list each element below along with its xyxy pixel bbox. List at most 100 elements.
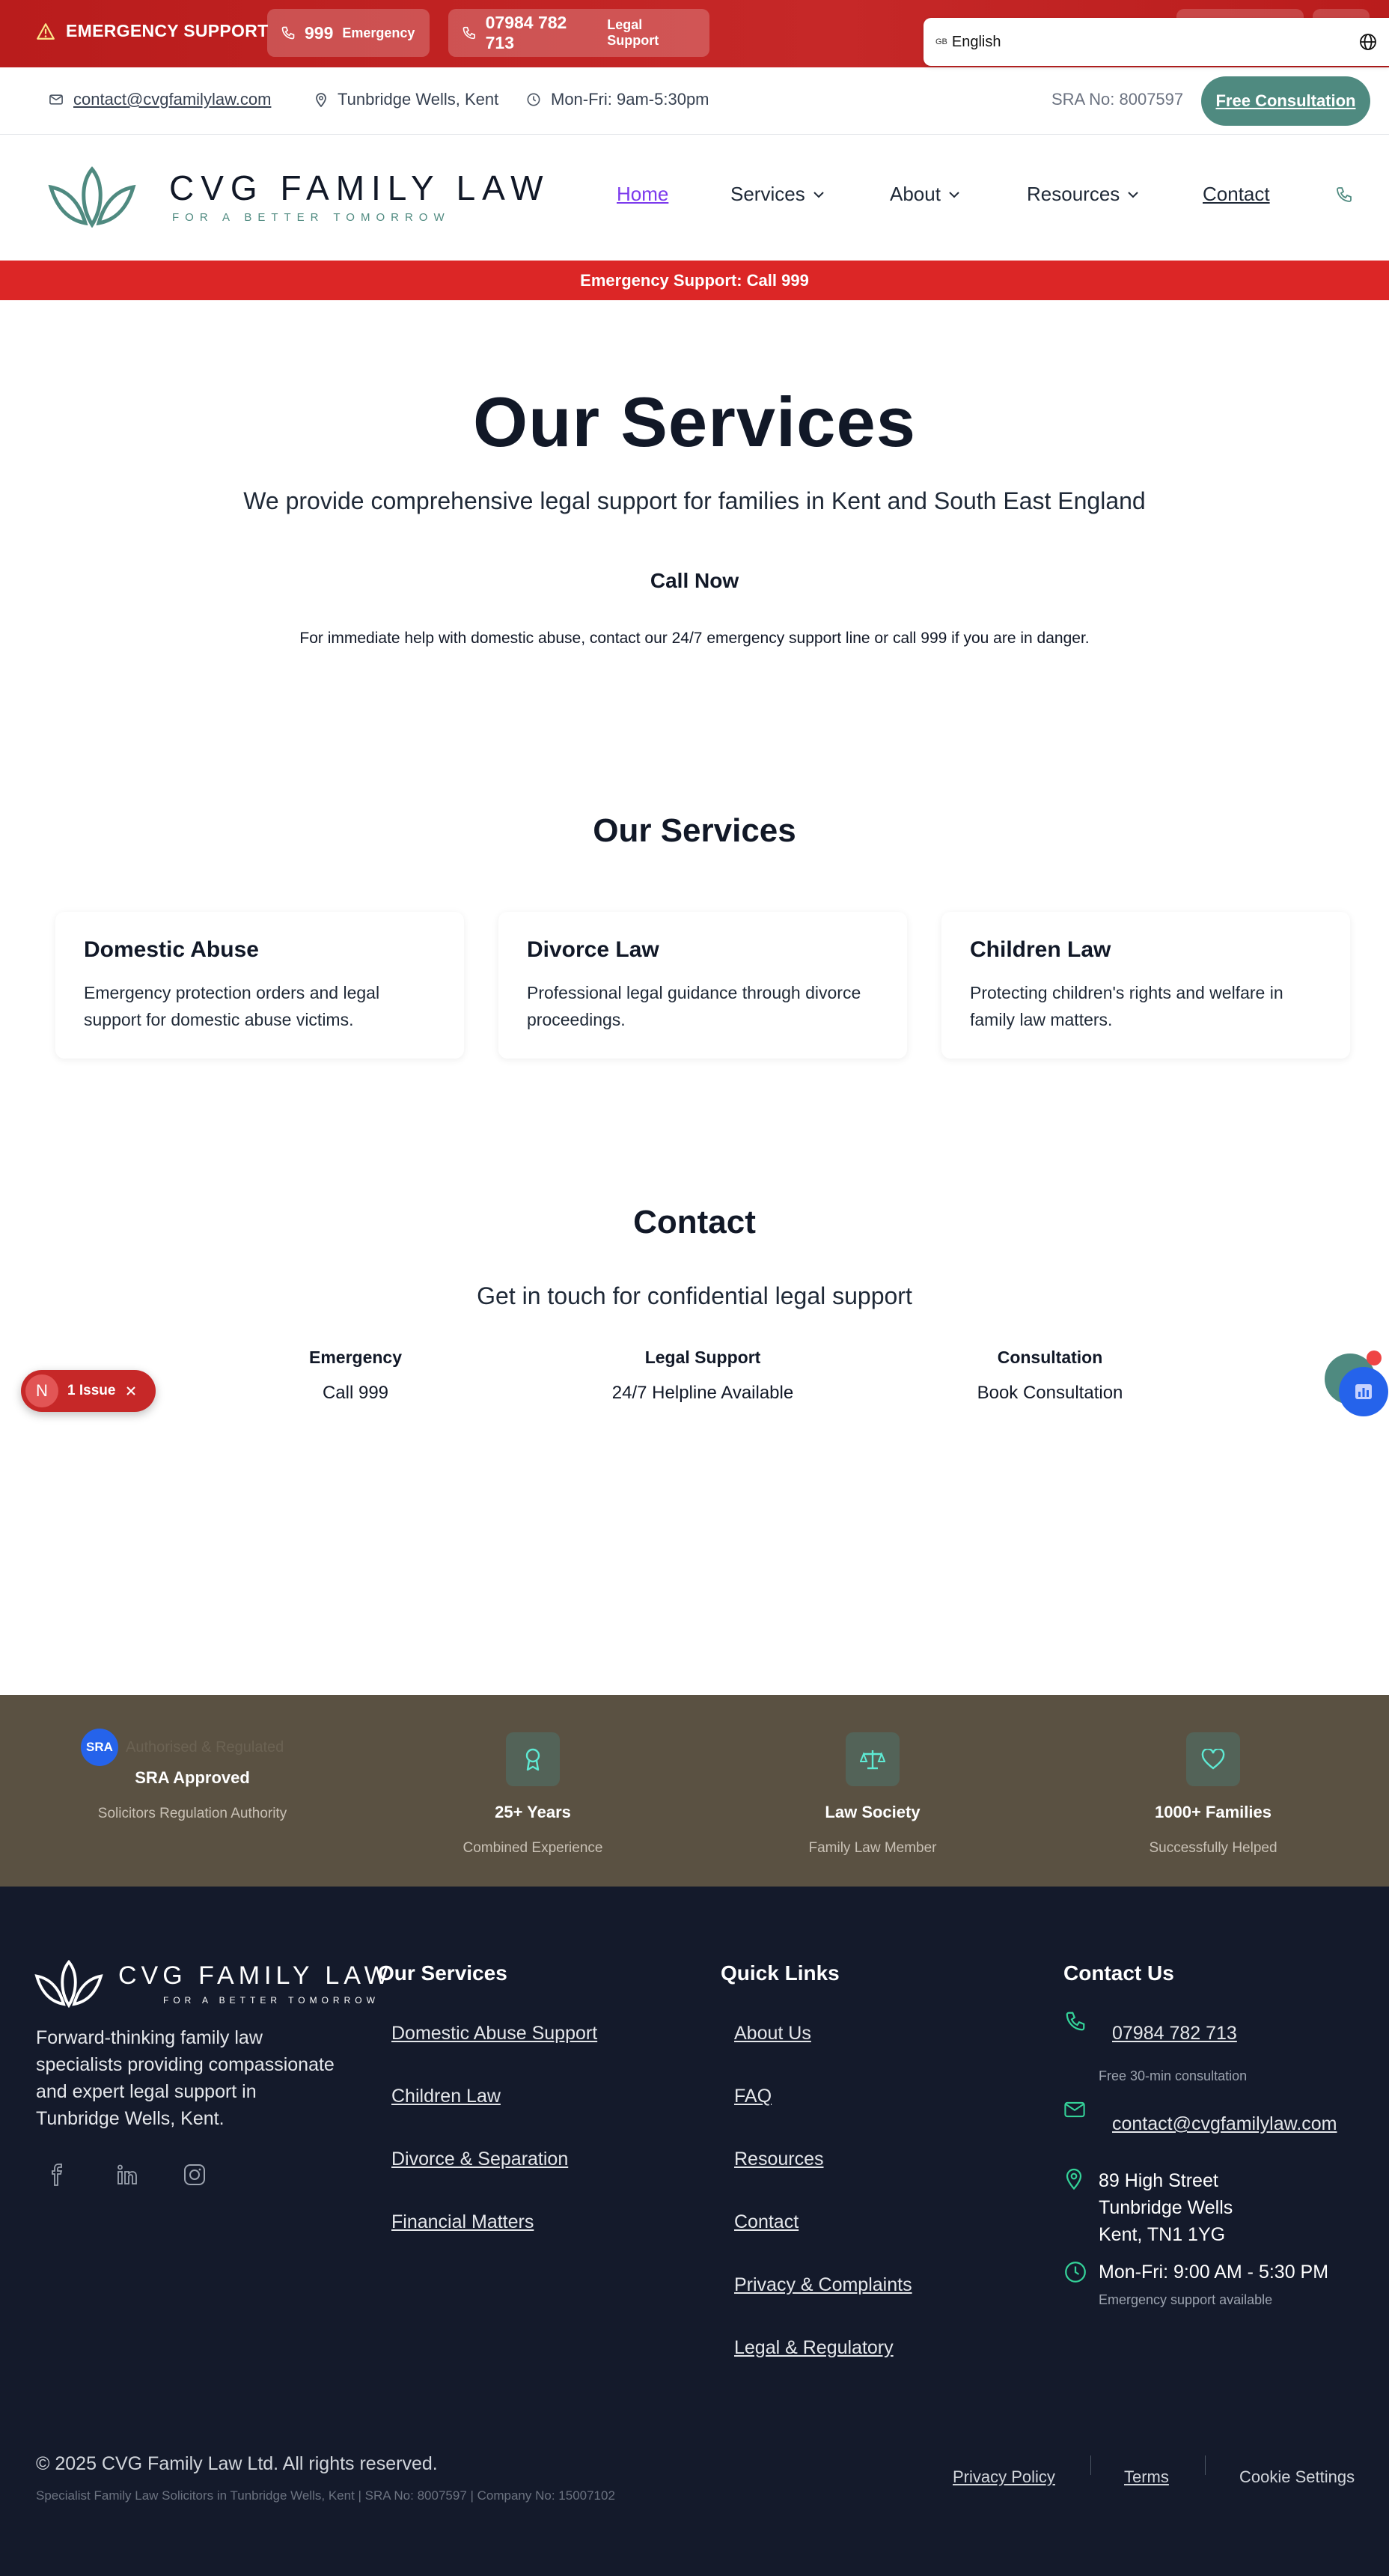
footer-link-divorce[interactable]: Divorce & Separation xyxy=(391,2149,568,2170)
brand-name: CVG FAMILY LAW xyxy=(169,168,550,207)
nav-about[interactable]: About xyxy=(890,183,960,206)
footer-link-contact[interactable]: Contact xyxy=(734,2211,799,2233)
linkedin-icon[interactable] xyxy=(116,2164,138,2186)
footer-about: Forward-thinking family law specialists … xyxy=(36,2027,335,2129)
logo[interactable]: CVG FAMILY LAW FOR A BETTER TOMORROW xyxy=(48,165,550,228)
info-hours: Mon-Fri: 9am-5:30pm xyxy=(527,90,709,109)
footer-links-heading: Quick Links xyxy=(721,1961,840,1985)
map-pin-icon xyxy=(1065,2167,1083,2190)
footer-email-link[interactable]: contact@cvgfamilylaw.com xyxy=(1112,2113,1337,2135)
emergency-alert-banner: Emergency Support: Call 999 xyxy=(0,261,1389,300)
emergency-note: For immediate help with domestic abuse, … xyxy=(299,630,1090,647)
trust-item-families: 1000+ Families Successfully Helped xyxy=(1101,1732,1325,1857)
contact-heading: Contact xyxy=(633,1204,756,1240)
footer: CVG FAMILY LAW FOR A BETTER TOMORROW For… xyxy=(0,1887,1389,2576)
info-location: Tunbridge Wells, Kent xyxy=(315,90,498,109)
footer-logo[interactable]: CVG FAMILY LAW FOR A BETTER TOMORROW xyxy=(34,1958,393,2008)
service-card-children-law[interactable]: Children Law Protecting children's right… xyxy=(941,912,1350,1059)
trust-item-law-society: Law Society Family Law Member xyxy=(760,1732,985,1857)
phone-icon xyxy=(1064,2010,1087,2033)
analytics-widget-button[interactable] xyxy=(1339,1367,1388,1416)
nav-home[interactable]: Home xyxy=(617,183,668,206)
dev-tools-logo-icon: N xyxy=(25,1374,58,1407)
chevron-down-icon xyxy=(949,191,959,198)
footer-address: 89 High Street Tunbridge Wells Kent, TN1… xyxy=(1099,2170,1233,2245)
footer-link-resources[interactable]: Resources xyxy=(734,2149,824,2170)
terms-link[interactable]: Terms xyxy=(1124,2467,1169,2487)
email-link[interactable]: contact@cvgfamilylaw.com xyxy=(73,90,271,109)
close-icon[interactable] xyxy=(126,1386,136,1396)
scales-icon xyxy=(846,1732,900,1786)
nav-contact[interactable]: Contact xyxy=(1203,183,1270,206)
divider xyxy=(1090,2455,1091,2475)
divider xyxy=(1205,2455,1206,2475)
emergency-bar: EMERGENCY SUPPORT 999 Emergency 07984 78… xyxy=(0,0,1389,67)
contact-subtitle: Get in touch for confidential legal supp… xyxy=(477,1282,912,1309)
footer-services-heading: Our Services xyxy=(378,1961,507,1985)
service-card-divorce-law[interactable]: Divorce Law Professional legal guidance … xyxy=(498,912,907,1059)
phone-icon xyxy=(463,26,475,40)
legal-line: Specialist Family Law Solicitors in Tunb… xyxy=(36,2488,615,2503)
award-icon xyxy=(506,1732,560,1786)
emergency-phone-button[interactable]: 999 Emergency xyxy=(267,9,430,57)
warning-icon xyxy=(37,22,55,40)
trust-band: SRA Authorised & Regulated SRA Approved … xyxy=(0,1695,1389,1887)
footer-link-domestic-abuse[interactable]: Domestic Abuse Support xyxy=(391,2023,597,2044)
nav-resources[interactable]: Resources xyxy=(1027,183,1139,206)
trust-item-sra: SRA Approved Solicitors Regulation Autho… xyxy=(97,1768,287,1821)
footer-link-privacy-complaints[interactable]: Privacy & Complaints xyxy=(734,2274,912,2296)
phone-icon xyxy=(281,26,295,40)
mail-icon xyxy=(49,94,63,105)
sra-number: SRA No: 8007597 xyxy=(1051,90,1184,109)
issues-badge[interactable]: N 1 Issue xyxy=(21,1370,156,1412)
footer-link-children-law[interactable]: Children Law xyxy=(391,2086,501,2107)
nav-services[interactable]: Services xyxy=(730,183,825,206)
brand-tagline: FOR A BETTER TOMORROW xyxy=(172,210,451,224)
legal-support-phone-button[interactable]: 07984 782 713 Legal Support xyxy=(448,9,709,57)
services-heading: Our Services xyxy=(593,812,796,849)
footer-phone-link[interactable]: 07984 782 713 xyxy=(1112,2023,1237,2044)
lotus-logo-icon xyxy=(34,1959,103,2008)
phone-note: Free 30-min consultation xyxy=(1099,2068,1248,2083)
footer-link-financial[interactable]: Financial Matters xyxy=(391,2211,534,2233)
flag-icon: GB xyxy=(935,37,947,46)
cookie-settings-button[interactable]: Cookie Settings xyxy=(1239,2467,1355,2487)
chart-icon xyxy=(1355,1384,1372,1399)
nav-phone-button[interactable] xyxy=(1335,186,1353,204)
lotus-logo-icon xyxy=(48,166,136,228)
page-subtitle: We provide comprehensive legal support f… xyxy=(243,487,1146,514)
free-consultation-button[interactable]: Free Consultation xyxy=(1201,76,1370,126)
clock-icon xyxy=(1064,2261,1087,2283)
chevron-down-icon xyxy=(813,191,824,198)
call-now-button[interactable]: Call Now xyxy=(0,569,1389,593)
clock-icon xyxy=(527,93,540,106)
map-pin-icon xyxy=(316,93,326,107)
page-title: Our Services xyxy=(472,383,917,461)
service-card-domestic-abuse[interactable]: Domestic Abuse Emergency protection orde… xyxy=(55,912,464,1059)
contact-legal-support: Legal Support 24/7 Helpline Available xyxy=(611,1348,794,1403)
contact-emergency: Emergency Call 999 xyxy=(308,1348,402,1403)
privacy-policy-link[interactable]: Privacy Policy xyxy=(953,2467,1055,2487)
language-selector[interactable]: GB English xyxy=(924,18,1389,66)
footer-hours: Mon-Fri: 9:00 AM - 5:30 PM xyxy=(1099,2262,1329,2283)
notification-dot xyxy=(1367,1351,1382,1365)
footer-link-faq[interactable]: FAQ xyxy=(734,2086,772,2107)
chevron-down-icon xyxy=(1128,191,1138,198)
instagram-icon[interactable] xyxy=(183,2164,206,2186)
footer-link-legal[interactable]: Legal & Regulatory xyxy=(734,2337,894,2359)
info-email: contact@cvgfamilylaw.com xyxy=(49,90,271,109)
footer-contact-heading: Contact Us xyxy=(1063,1961,1174,1985)
footer-link-about[interactable]: About Us xyxy=(734,2023,811,2044)
info-bar: contact@cvgfamilylaw.com Tunbridge Wells… xyxy=(0,67,1389,135)
hours-note: Emergency support available xyxy=(1099,2292,1273,2307)
globe-icon xyxy=(1360,34,1376,50)
contact-consultation: Consultation Book Consultation xyxy=(977,1348,1123,1403)
facebook-icon[interactable] xyxy=(51,2164,63,2186)
heart-icon xyxy=(1186,1732,1240,1786)
phone-icon xyxy=(1337,187,1352,202)
mail-icon xyxy=(1064,2101,1085,2118)
main-nav: CVG FAMILY LAW FOR A BETTER TOMORROW Hom… xyxy=(0,135,1389,261)
emergency-label: EMERGENCY SUPPORT xyxy=(36,21,269,41)
trust-item-years: 25+ Years Combined Experience xyxy=(421,1732,645,1857)
copyright: © 2025 CVG Family Law Ltd. All rights re… xyxy=(36,2453,438,2474)
